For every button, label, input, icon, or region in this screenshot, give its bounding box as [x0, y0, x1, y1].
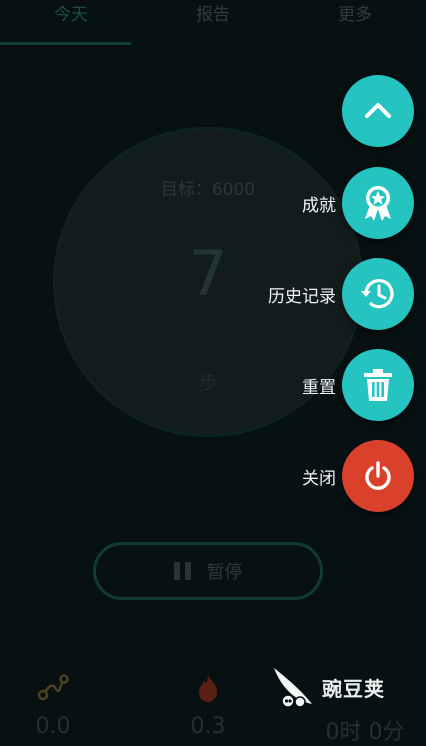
fab-label-reset: 重置	[302, 378, 336, 398]
distance-value: 0.0	[35, 714, 71, 739]
tab-indicator	[0, 42, 131, 45]
fab-label-achievements: 成就	[302, 196, 336, 216]
pause-label: 暂停	[206, 562, 243, 583]
tab-more[interactable]: 更多	[284, 0, 426, 44]
calories-value: 0.3	[190, 714, 226, 739]
chevron-up-icon	[365, 103, 391, 118]
pea-pod-logo	[274, 668, 312, 708]
achievements-button[interactable]	[342, 167, 414, 239]
trash-icon	[364, 369, 392, 401]
route-icon	[0, 672, 113, 704]
fab-label-history: 历史记录	[268, 287, 336, 307]
tab-report[interactable]: 报告	[142, 0, 284, 44]
pause-button[interactable]: 暂停	[93, 542, 323, 600]
history-icon	[361, 279, 394, 309]
history-button[interactable]	[342, 258, 414, 330]
pause-icon	[173, 562, 191, 580]
fab-toggle-button[interactable]	[342, 75, 414, 147]
tab-bar: 今天 报告 更多	[0, 0, 426, 44]
distance-stat: 0.0	[0, 672, 113, 739]
award-icon	[365, 186, 391, 221]
reset-button[interactable]	[342, 349, 414, 421]
flame-icon	[148, 672, 268, 704]
close-button[interactable]	[342, 440, 414, 512]
wandoujia-watermark: 豌豆荚	[270, 664, 385, 710]
watermark-text: 豌豆荚	[322, 676, 385, 701]
power-icon	[365, 461, 391, 490]
fab-label-close: 关闭	[302, 469, 336, 489]
calories-stat: 0.3	[148, 672, 268, 739]
tab-today[interactable]: 今天	[0, 0, 142, 44]
time-value: 0时 0分	[325, 720, 405, 745]
